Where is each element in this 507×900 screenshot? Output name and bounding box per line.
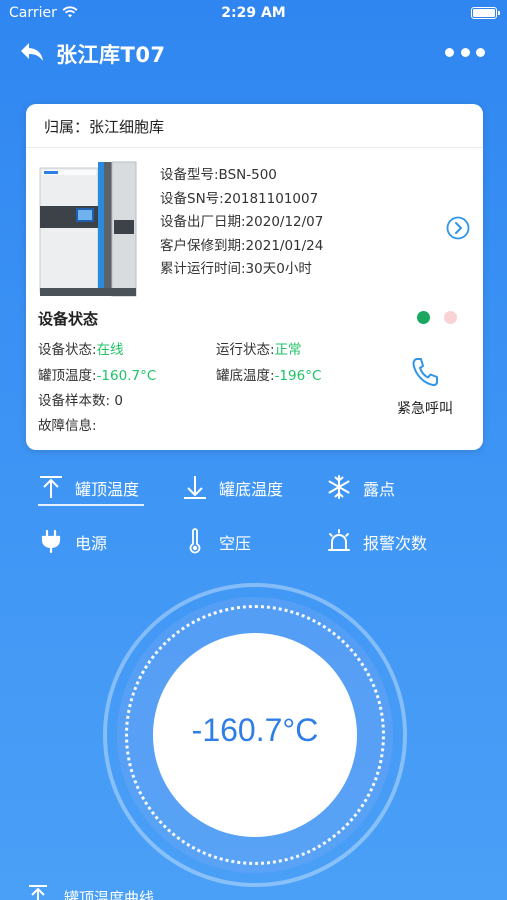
arrow-up-icon (40, 476, 62, 498)
device-status-label: 设备状态: (38, 342, 97, 358)
gauge-center: -160.7°C (153, 633, 357, 837)
status-dot-online (417, 311, 430, 324)
status-bar: Carrier 2:29 AM (0, 0, 507, 28)
section-title-device-status: 设备状态 (38, 310, 99, 328)
run-status-value: 正常 (274, 342, 302, 358)
arrow-up-icon (29, 885, 47, 900)
device-info: 设备型号:BSN-500 设备SN号:20181101007 设备出厂日期:20… (160, 164, 323, 282)
card-header: 归属：张江细胞库 (26, 104, 483, 148)
more-dot (476, 47, 485, 57)
metric-tabs: 罐顶温度 罐底温度 露点 电源 空压 报警次数 (0, 470, 507, 580)
run-status-row: 运行状态:正常 (216, 338, 302, 358)
arrow-down-icon (184, 476, 206, 499)
bottom-temp-value: -196°C (274, 368, 322, 384)
more-icon[interactable] (445, 44, 485, 60)
battery-icon (471, 7, 500, 19)
device-card: 归属：张江细胞库 设备型号:BSN-500 设备SN号:20181101007 … (26, 104, 483, 450)
emergency-call-label: 紧急呼叫 (397, 401, 453, 417)
tab-label: 电源 (75, 534, 108, 553)
runtime-total: 累计运行时间:30天0小时 (160, 261, 312, 277)
device-sn: 设备SN号:20181101007 (160, 190, 319, 207)
snowflake-icon (328, 475, 350, 499)
device-model: 设备型号:BSN-500 (160, 167, 277, 183)
device-status-row: 设备状态:在线 (38, 338, 124, 358)
top-temp-label: 罐顶温度: (38, 368, 97, 384)
alarm-icon (328, 529, 350, 551)
nav-bar: 张江库T07 (0, 30, 507, 74)
status-dot-alarm (444, 311, 457, 324)
fault-info: 故障信息: (38, 418, 97, 434)
plug-icon (41, 529, 61, 554)
top-temp-row: 罐顶温度:-160.7°C (38, 364, 156, 384)
sample-count: 设备样本数: 0 (38, 393, 123, 409)
bottom-temp-row: 罐底温度:-196°C (216, 364, 321, 384)
gauge-value: -160.7°C (191, 712, 319, 748)
thermometer-icon (189, 528, 201, 554)
factory-date: 设备出厂日期:2020/12/07 (160, 214, 324, 230)
clock: 2:29 AM (221, 5, 286, 21)
chevron-right-circle-icon[interactable] (446, 216, 470, 240)
phone-icon (412, 358, 438, 387)
temperature-gauge: -160.7°C (103, 583, 407, 887)
tab-label: 空压 (219, 534, 252, 553)
curve-label: 罐顶温度曲线 (64, 889, 155, 900)
top-temp-value: -160.7°C (96, 368, 157, 384)
page-title: 张江库T07 (56, 43, 166, 67)
tab-label: 报警次数 (363, 534, 428, 553)
warranty-expiry: 客户保修到期:2021/01/24 (160, 237, 324, 254)
back-icon[interactable] (18, 38, 46, 66)
tab-label: 罐底温度 (219, 480, 284, 499)
tab-label: 露点 (363, 480, 396, 499)
tab-label: 罐顶温度 (75, 480, 140, 499)
more-dot (460, 47, 470, 57)
owner-label: 归属：张江细胞库 (44, 118, 165, 136)
bottom-temp-label: 罐底温度: (216, 368, 275, 384)
run-status-label: 运行状态: (216, 342, 275, 358)
emergency-call-button[interactable]: 紧急呼叫 (390, 356, 460, 422)
device-status-value: 在线 (96, 342, 124, 358)
more-dot (445, 47, 454, 57)
device-image (39, 161, 137, 297)
